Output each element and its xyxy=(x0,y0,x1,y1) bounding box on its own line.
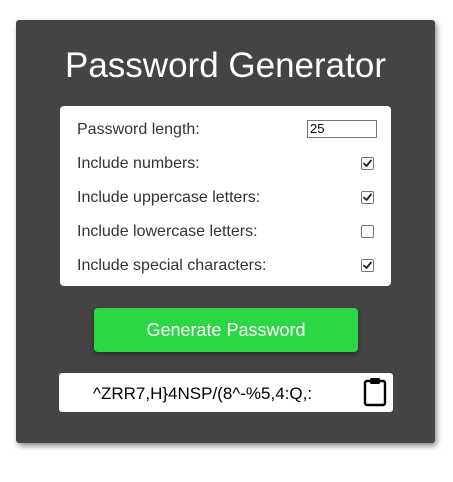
option-label-lowercase: Include lowercase letters: xyxy=(77,223,258,240)
lowercase-checkbox[interactable] xyxy=(361,225,374,238)
uppercase-checkbox[interactable] xyxy=(361,191,374,204)
option-label-uppercase: Include uppercase letters: xyxy=(77,189,261,206)
checkmark-icon xyxy=(363,159,372,167)
option-label-numbers: Include numbers: xyxy=(77,155,200,172)
option-row-lowercase: Include lowercase letters: xyxy=(77,221,377,243)
checkmark-icon xyxy=(363,261,372,269)
numbers-checkbox[interactable] xyxy=(361,157,374,170)
page-title: Password Generator xyxy=(65,46,386,85)
generate-password-button[interactable]: Generate Password xyxy=(94,308,358,352)
option-label-special: Include special characters: xyxy=(77,257,267,274)
option-row-numbers: Include numbers: xyxy=(77,153,377,175)
length-row: Password length: xyxy=(77,119,377,141)
length-input[interactable] xyxy=(307,120,377,138)
special-checkbox[interactable] xyxy=(361,259,374,272)
option-row-uppercase: Include uppercase letters: xyxy=(77,187,377,209)
clipboard-icon-graphic xyxy=(363,378,387,407)
checkmark-icon xyxy=(363,193,372,201)
generator-card: Password Generator Password length: Incl… xyxy=(16,20,435,443)
password-output: ^ZRR7,H}4NSP/(8^-%5,4:Q,: xyxy=(59,373,393,412)
option-row-special: Include special characters: xyxy=(77,255,377,277)
clipboard-icon[interactable] xyxy=(363,377,387,407)
generated-password: ^ZRR7,H}4NSP/(8^-%5,4:Q,: xyxy=(93,384,313,403)
length-label: Password length: xyxy=(77,121,200,138)
settings-panel: Password length: Include numbers: Includ… xyxy=(60,106,391,286)
